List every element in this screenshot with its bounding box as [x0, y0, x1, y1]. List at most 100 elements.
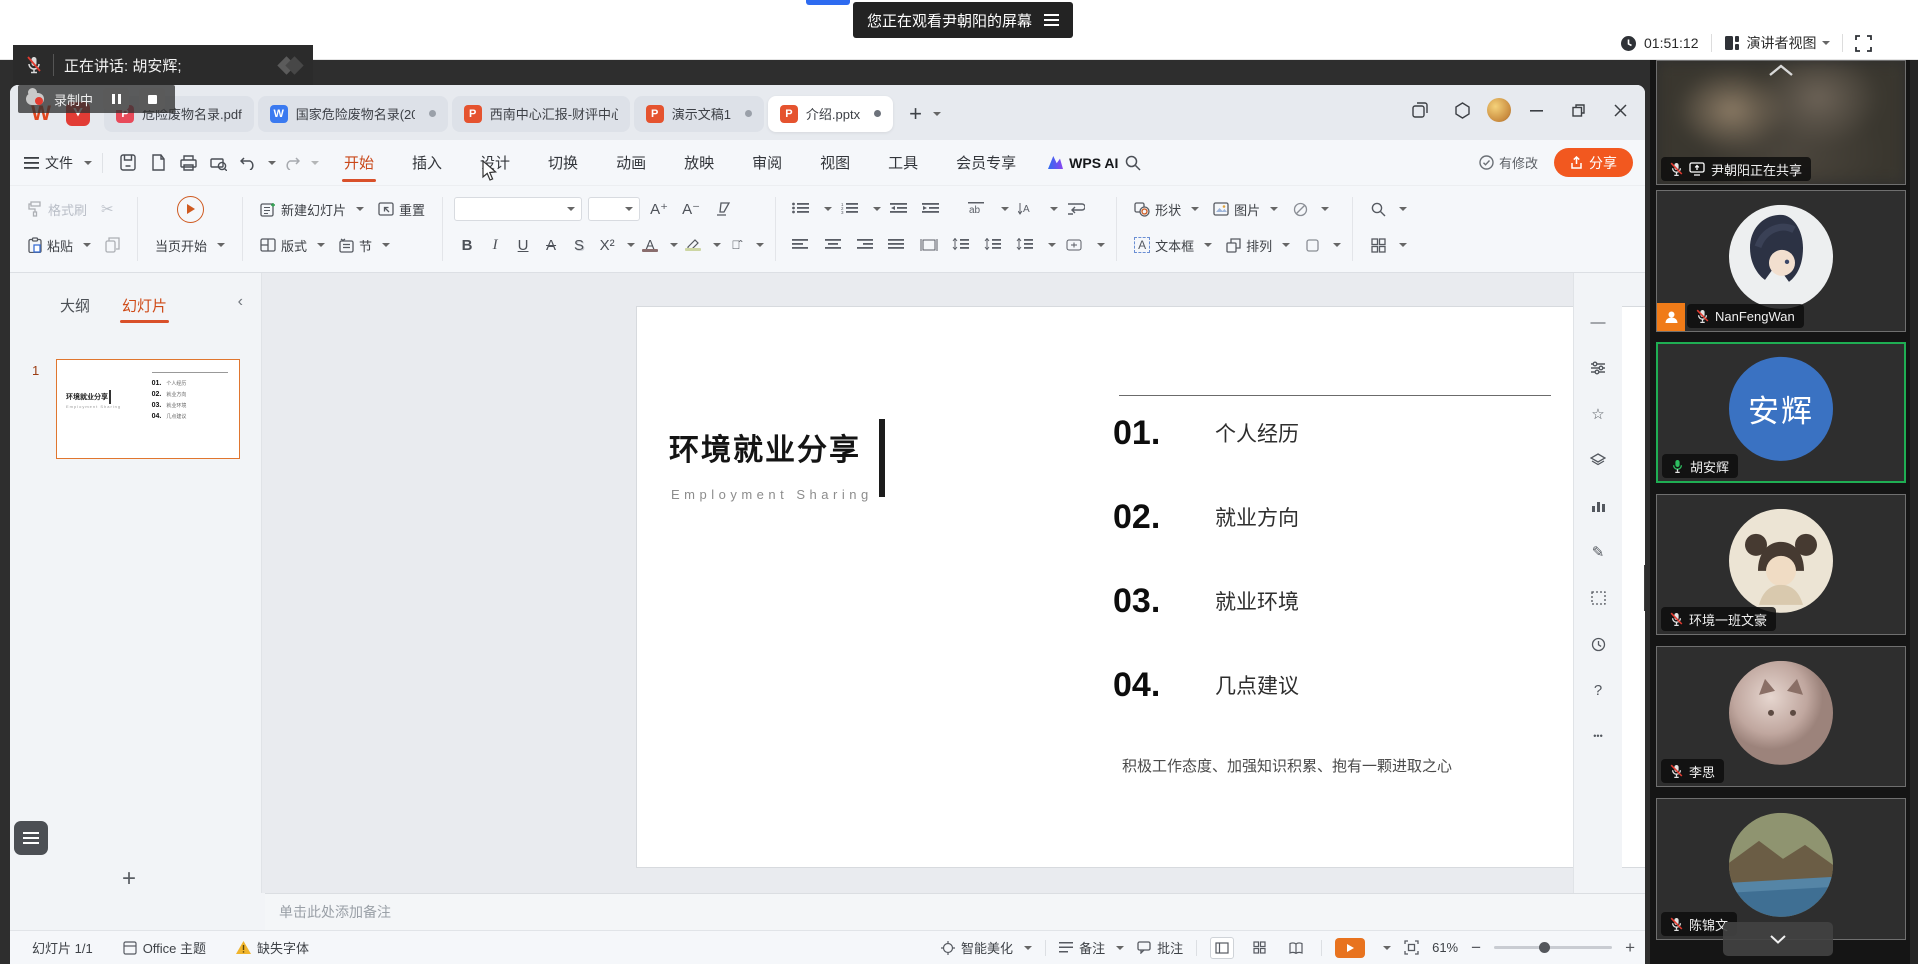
outline-color-button[interactable] — [1298, 232, 1326, 258]
reset-button[interactable]: 重置 — [372, 194, 431, 224]
menu-item-动画[interactable]: 动画 — [612, 140, 650, 185]
format-painter-button[interactable]: 格式刷 — [22, 194, 93, 224]
missing-font-warning[interactable]: 缺失字体 — [236, 938, 309, 957]
distribute-button[interactable] — [915, 232, 943, 258]
shapes-button[interactable]: 形状 — [1128, 194, 1205, 224]
textbox-button[interactable]: A 文本框 — [1128, 230, 1218, 260]
participants-scrollbar[interactable] — [1910, 60, 1918, 964]
save-button[interactable] — [113, 148, 143, 178]
selection-pane-icon[interactable] — [1585, 585, 1611, 611]
menu-item-放映[interactable]: 放映 — [680, 140, 718, 185]
collapse-icon[interactable]: — — [1585, 309, 1611, 335]
paste-button[interactable]: 粘贴 — [22, 230, 97, 260]
agenda-item[interactable]: 03.就业环境 — [1113, 579, 1299, 623]
decrease-font-button[interactable]: A⁻ — [678, 196, 704, 222]
menu-item-开始[interactable]: 开始 — [340, 140, 378, 185]
document-tab[interactable]: P演示文稿1 — [634, 96, 764, 132]
participant-tile[interactable]: NanFengWan — [1656, 190, 1906, 332]
cut-button[interactable]: ✂ — [95, 194, 120, 224]
bullet-list-button[interactable] — [787, 196, 815, 222]
stop-recording-button[interactable] — [139, 88, 165, 110]
account-avatar[interactable] — [1487, 98, 1511, 122]
menu-item-会员专享[interactable]: 会员专享 — [952, 140, 1020, 185]
normal-view-button[interactable] — [1210, 937, 1234, 959]
notes-area[interactable]: 单击此处添加备注 — [265, 893, 1645, 930]
favorites-star-icon[interactable]: ☆ — [1585, 401, 1611, 427]
modified-status[interactable]: 有修改 — [1479, 153, 1538, 172]
justify-button[interactable] — [883, 232, 911, 258]
font-color-button[interactable]: A — [637, 232, 663, 258]
find-replace-button[interactable] — [1364, 196, 1392, 222]
picture-button[interactable]: 图片 — [1207, 194, 1284, 224]
redo-chevron-icon[interactable] — [311, 161, 319, 165]
document-tab[interactable]: W国家危险废物名录(20 — [258, 96, 448, 132]
slide-subtitle[interactable]: Employment Sharing — [671, 487, 873, 502]
character-spacing-button[interactable]: ab — [964, 196, 992, 222]
beautify-button[interactable]: 智能美化 — [941, 938, 1032, 957]
zoom-in-button[interactable]: + — [1625, 938, 1635, 958]
align-left-button[interactable] — [787, 232, 815, 258]
font-size-select[interactable] — [588, 197, 640, 221]
export-pdf-button[interactable] — [143, 148, 173, 178]
text-shadow-button[interactable]: S — [566, 232, 592, 258]
superscript-button[interactable]: X² — [594, 232, 620, 258]
smart-align-button[interactable] — [1060, 232, 1088, 258]
play-options-chevron-icon[interactable] — [1383, 946, 1391, 950]
play-from-status-button[interactable] — [1335, 938, 1365, 958]
numbered-list-button[interactable]: 123 — [836, 196, 864, 222]
participant-tile[interactable]: 陈锦文 — [1656, 798, 1906, 940]
copy-button[interactable] — [99, 230, 126, 260]
play-slideshow-button[interactable] — [171, 194, 210, 224]
search-icon[interactable] — [1118, 148, 1148, 178]
zoom-slider[interactable] — [1494, 946, 1612, 949]
menu-item-视图[interactable]: 视图 — [816, 140, 854, 185]
properties-sliders-icon[interactable] — [1585, 355, 1611, 381]
add-slide-button[interactable]: + — [122, 865, 136, 893]
show-more-participants-button[interactable] — [1723, 922, 1833, 956]
tab-switch-icon[interactable] — [1403, 95, 1437, 125]
print-button[interactable] — [173, 148, 203, 178]
menu-item-工具[interactable]: 工具 — [884, 140, 922, 185]
selection-pane-button[interactable] — [1364, 232, 1392, 258]
increase-font-button[interactable]: A⁺ — [646, 196, 672, 222]
participant-tile[interactable]: 安辉胡安辉 — [1656, 342, 1906, 483]
theme-button[interactable]: Office 主题 — [123, 938, 206, 957]
slide-thumbnail[interactable]: 环境就业分享 Employment Sharing 01.个人经历02.就业方向… — [56, 359, 240, 459]
pen-icon[interactable]: ✎ — [1585, 539, 1611, 565]
bold-button[interactable]: B — [454, 232, 480, 258]
new-slide-button[interactable]: 新建幻灯片 — [254, 194, 370, 224]
tab-list-chevron-icon[interactable] — [933, 112, 941, 116]
layout-button[interactable]: 版式 — [254, 230, 331, 260]
slide-sorter-view-button[interactable] — [1247, 937, 1271, 959]
layers-icon[interactable] — [1585, 447, 1611, 473]
notes-toggle-button[interactable]: 备注 — [1059, 938, 1124, 957]
undo-button[interactable] — [233, 148, 263, 178]
new-tab-button[interactable]: + — [909, 104, 922, 124]
increase-indent-button[interactable] — [917, 196, 945, 222]
underline-button[interactable]: U — [510, 232, 536, 258]
tab-slides[interactable]: 幻灯片 — [120, 291, 169, 320]
paragraph-spacing-button[interactable] — [979, 232, 1007, 258]
file-menu[interactable]: 文件 — [24, 153, 92, 173]
clear-format-button[interactable] — [710, 196, 736, 222]
tab-outline[interactable]: 大纲 — [58, 291, 92, 320]
participant-tile[interactable]: 尹朝阳正在共享 — [1656, 60, 1906, 185]
banner-menu-icon[interactable] — [1044, 14, 1059, 26]
slide-list-toggle-button[interactable] — [14, 821, 48, 855]
decrease-indent-button[interactable] — [885, 196, 913, 222]
undo-chevron-icon[interactable] — [268, 161, 276, 165]
participant-tile[interactable]: 环境一班文豪 — [1656, 494, 1906, 635]
minimize-button[interactable] — [1519, 95, 1553, 125]
text-wrap-button[interactable] — [1062, 196, 1090, 222]
pause-recording-button[interactable] — [103, 88, 129, 110]
start-from-current-page-button[interactable]: 当页开始 — [149, 230, 231, 260]
font-name-select[interactable] — [454, 197, 582, 221]
wps-ai-menu[interactable]: WPS AI — [1047, 155, 1118, 171]
more-icon[interactable]: ••• — [1585, 723, 1611, 749]
agenda-item[interactable]: 04.几点建议 — [1113, 663, 1299, 707]
highlight-color-button[interactable] — [680, 232, 706, 258]
agenda-item[interactable]: 01.个人经历 — [1113, 411, 1299, 455]
close-button[interactable] — [1603, 95, 1637, 125]
participant-tile[interactable]: 李思 — [1656, 646, 1906, 787]
slide-title[interactable]: 环境就业分享 — [669, 425, 861, 469]
